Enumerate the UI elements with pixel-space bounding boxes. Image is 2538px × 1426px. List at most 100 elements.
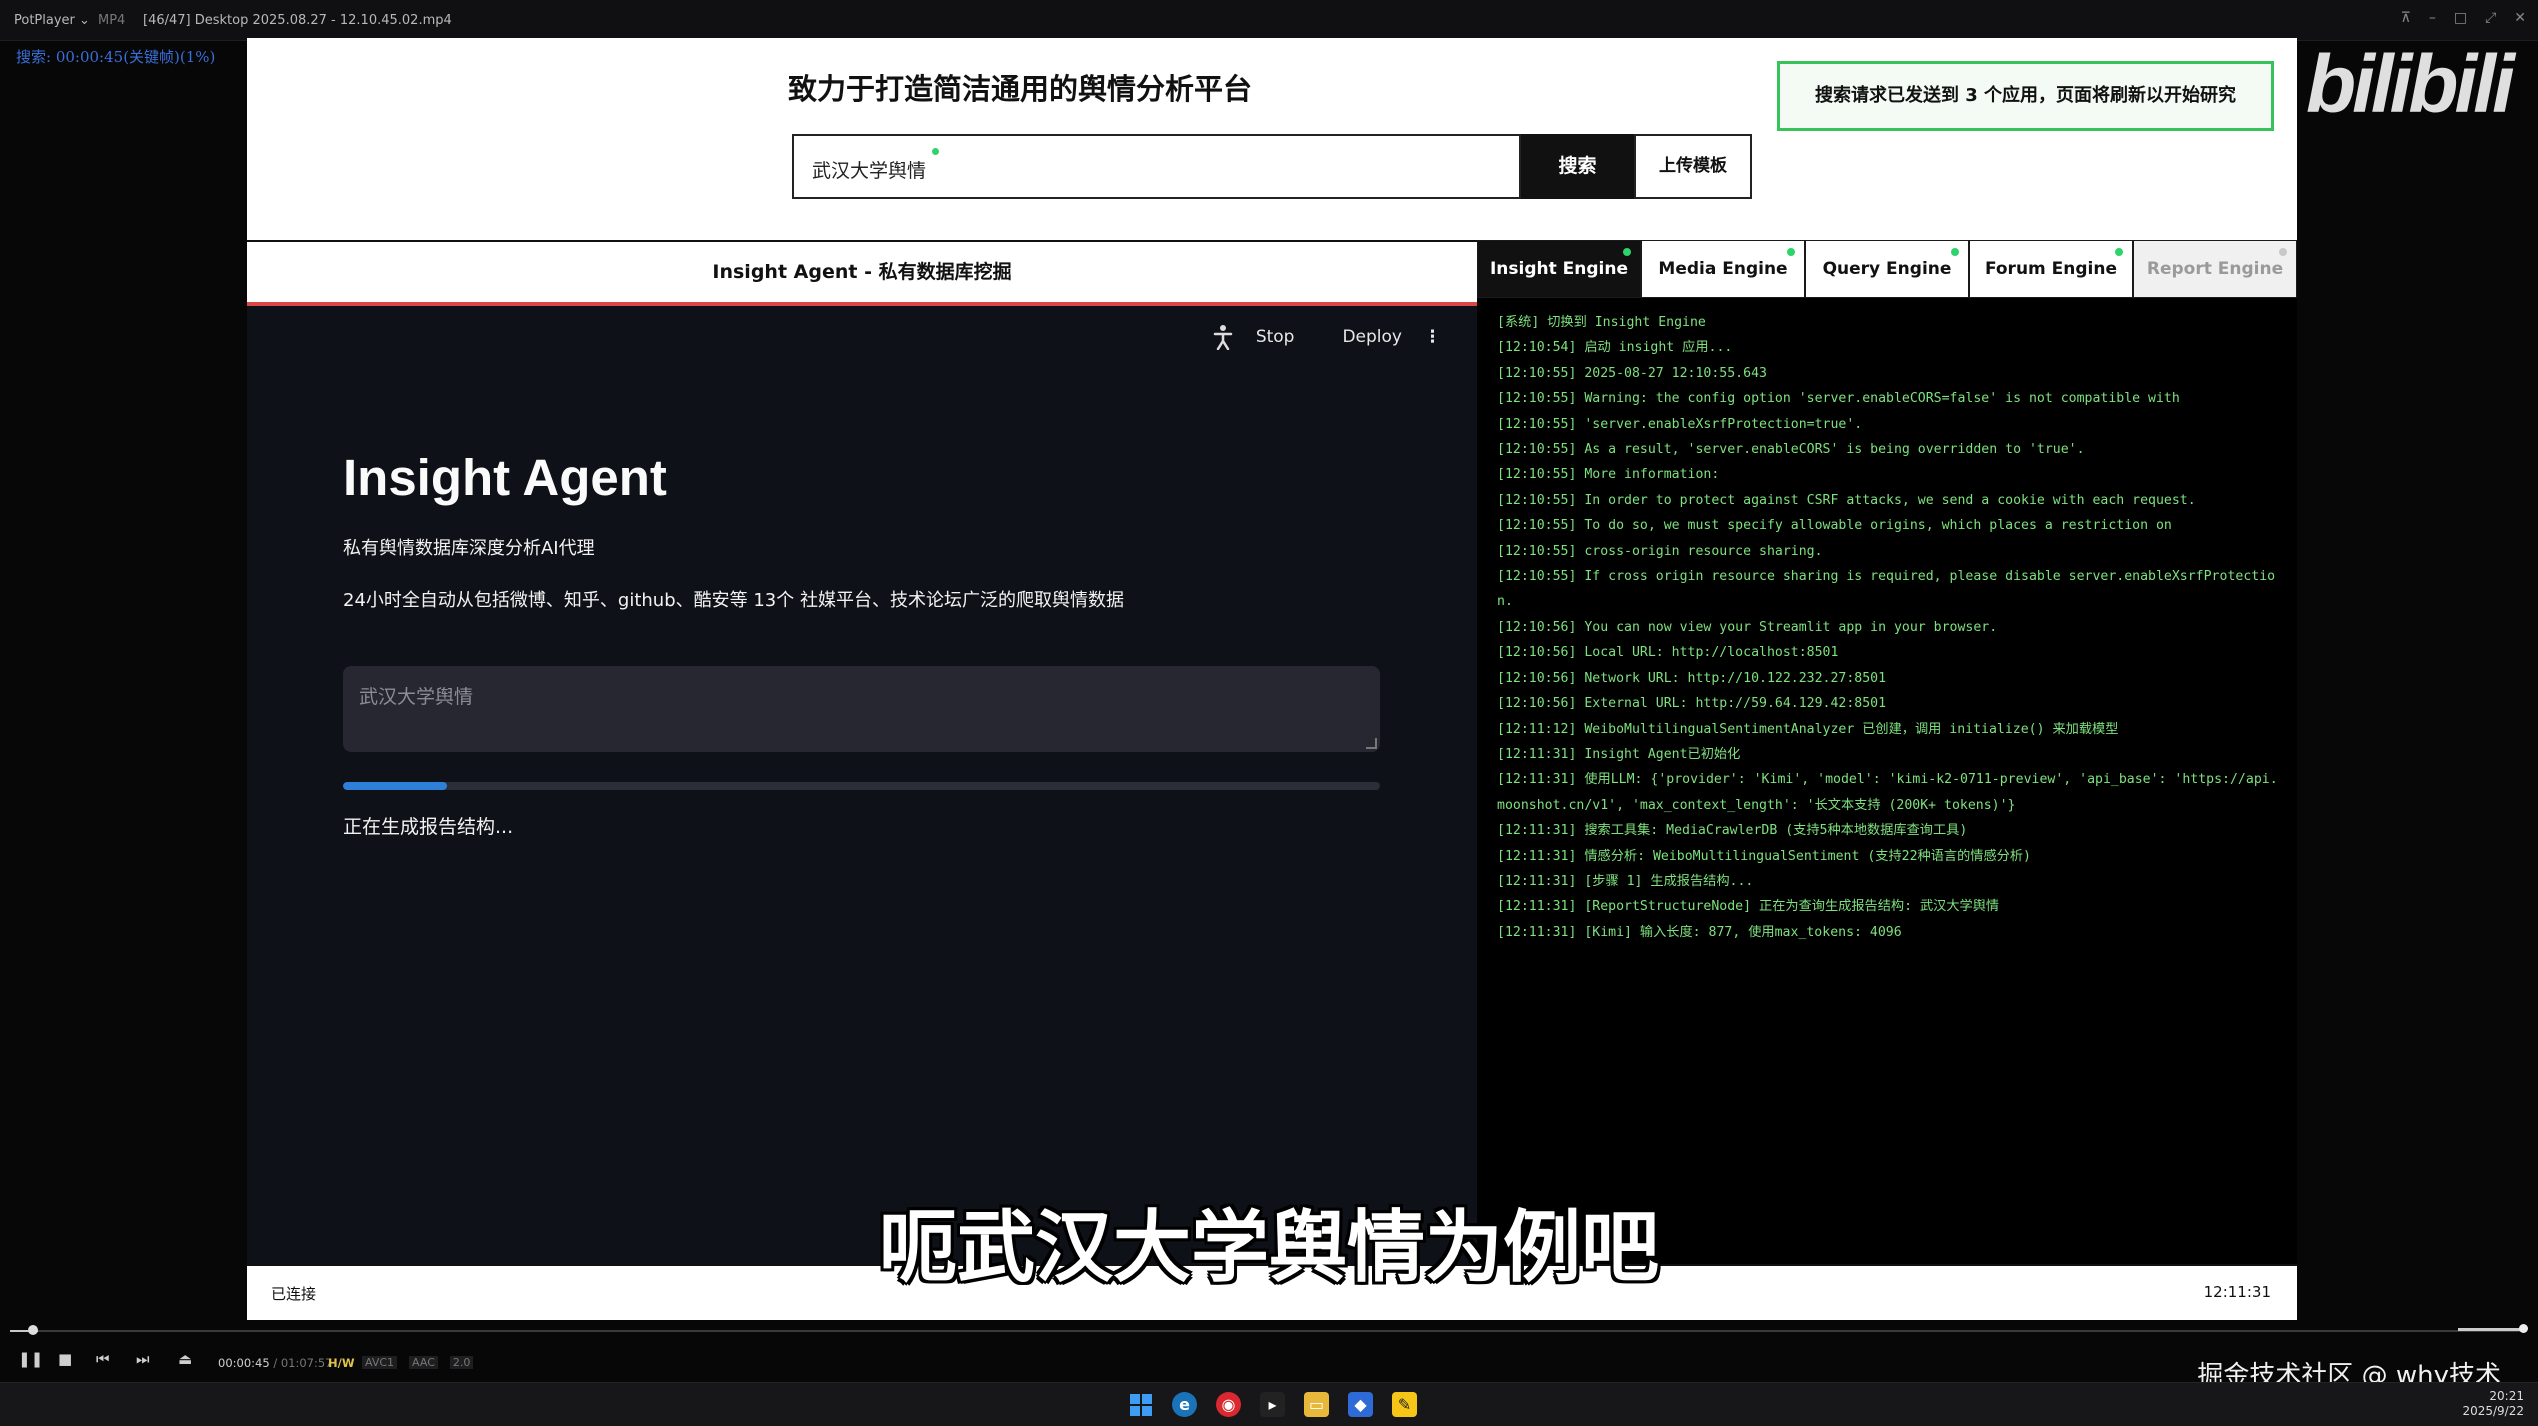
streamlit-toolbar: Stop Deploy ⋮: [1212, 324, 1441, 350]
engine-tabs: Insight Engine Media Engine Query Engine Fo…: [1477, 240, 2297, 298]
tab-label: Insight Engine: [1489, 259, 1629, 279]
tab-label: Forum Engine: [1984, 259, 2118, 279]
log-line: [12:10:54] 启动 insight 应用...: [1497, 340, 1733, 356]
pin-icon[interactable]: ⊼: [2401, 10, 2411, 26]
notification-toast: 搜索请求已发送到 3 个应用，页面将刷新以开始研究: [1777, 61, 2274, 131]
running-man-icon: [1213, 325, 1233, 350]
tab-status-dot-icon: [1623, 248, 1631, 256]
query-textarea[interactable]: 武汉大学舆情: [343, 666, 1380, 752]
file-explorer-icon[interactable]: ▭: [1304, 1392, 1329, 1417]
audio-codec: AAC: [409, 1356, 438, 1369]
streamlit-frame: Stop Deploy ⋮ Insight Agent 私有舆情数据库深度分析A…: [247, 306, 1477, 1264]
upload-template-button[interactable]: 上传模板: [1634, 134, 1752, 199]
status-dot-icon: [932, 148, 939, 155]
console-log: [系统] 切换到 Insight Engine [12:10:54] 启动 ins…: [1477, 298, 2297, 1264]
log-line: [12:10:55] As a result, 'server.enableCO…: [1497, 442, 2085, 458]
volume-slider[interactable]: [2458, 1328, 2524, 1331]
player-menu-button[interactable]: PotPlayer ⌄: [14, 13, 90, 28]
format-label: MP4: [98, 13, 126, 28]
minimize-icon[interactable]: –: [2429, 10, 2436, 26]
tray-time: 20:21: [2489, 1389, 2524, 1403]
log-line: [12:11:31] [ReportStructureNode] 正在为查询生成…: [1497, 899, 2000, 915]
agent-subtitle: 私有舆情数据库深度分析AI代理: [343, 538, 595, 559]
tab-query-engine[interactable]: Query Engine: [1805, 240, 1969, 298]
search-input[interactable]: 武汉大学舆情: [792, 134, 1521, 199]
total-duration: / 01:07:57: [273, 1356, 333, 1370]
resize-handle-icon[interactable]: [1366, 738, 1377, 749]
file-title: [46/47] Desktop 2025.08.27 - 12.10.45.02…: [143, 13, 452, 28]
audio-channels: 2.0: [449, 1356, 474, 1369]
tab-media-engine[interactable]: Media Engine: [1641, 240, 1805, 298]
log-line: [12:10:55] If cross origin resource shar…: [1497, 569, 2276, 610]
seek-osd: 搜索: 00:00:45(关键帧)(1%): [16, 48, 216, 66]
vscode-icon[interactable]: ◆: [1348, 1392, 1373, 1417]
log-line: [12:10:55] 'server.enableXsrfProtection=…: [1497, 416, 1863, 432]
maximize-icon[interactable]: □: [2454, 10, 2467, 26]
log-line: [12:11:31] [Kimi] 输入长度: 877, 使用max_token…: [1497, 924, 1902, 940]
tab-forum-engine[interactable]: Forum Engine: [1969, 240, 2133, 298]
pause-icon[interactable]: ❚❚: [18, 1350, 43, 1368]
progress-fill: [343, 782, 447, 790]
video-subtitle: 呃武汉大学舆情为例吧: [878, 1203, 1659, 1293]
log-line: [12:10:55] Warning: the config option 's…: [1497, 391, 2180, 407]
agent-description: 24小时全自动从包括微博、知乎、github、酷安等 13个 社媒平台、技术论坛…: [343, 590, 1124, 611]
log-line: [12:11:31] [步骤 1] 生成报告结构...: [1497, 873, 1754, 889]
system-tray-clock[interactable]: 20:21 2025/9/22: [2462, 1389, 2524, 1419]
log-line: [12:11:31] 使用LLM: {'provider': 'Kimi', '…: [1497, 772, 2278, 813]
edge-browser-icon[interactable]: e: [1172, 1392, 1197, 1417]
deploy-button[interactable]: Deploy: [1342, 327, 1402, 347]
log-line: [12:11:31] Insight Agent已初始化: [1497, 746, 1741, 762]
more-menu-icon[interactable]: ⋮: [1424, 327, 1441, 347]
log-line: [12:10:55] More information:: [1497, 467, 1720, 483]
notes-app-icon[interactable]: ✎: [1392, 1392, 1417, 1417]
taskbar: e ◉ ▸ ▭ ◆ ✎ 20:21 2025/9/22: [0, 1382, 2538, 1426]
next-icon[interactable]: ⏭: [136, 1350, 150, 1368]
log-line: [12:10:55] cross-origin resource sharing…: [1497, 543, 1823, 559]
player-titlebar: PotPlayer ⌄ MP4 [46/47] Desktop 2025.08.…: [0, 0, 2538, 41]
log-line: [12:10:55] To do so, we must specify all…: [1497, 518, 2172, 534]
query-placeholder: 武汉大学舆情: [359, 686, 474, 708]
windows-start-icon[interactable]: [1128, 1392, 1153, 1417]
netease-music-icon[interactable]: ◉: [1216, 1392, 1241, 1417]
volume-handle[interactable]: [2519, 1324, 2528, 1333]
window-controls: ⊼ – □ ⤢ ✕: [2401, 10, 2526, 26]
fullscreen-icon[interactable]: ⤢: [2485, 10, 2496, 26]
tab-status-dot-icon: [1787, 248, 1795, 256]
terminal-app-icon[interactable]: ▸: [1260, 1392, 1285, 1417]
tab-label: Media Engine: [1658, 259, 1788, 279]
bilibili-watermark: bilibili: [2306, 39, 2515, 130]
seek-bar[interactable]: [10, 1330, 2525, 1332]
time-display: 00:00:45 / 01:07:57: [218, 1356, 333, 1370]
previous-icon[interactable]: ⏮: [96, 1350, 110, 1368]
video-codec: AVC1: [362, 1356, 398, 1369]
log-line: [系统] 切换到 Insight Engine: [1497, 315, 1706, 330]
tab-insight-engine[interactable]: Insight Engine: [1477, 240, 1641, 298]
log-line: [12:11:31] 搜索工具集: MediaCrawlerDB (支持5种本地…: [1497, 823, 1968, 839]
page-title: 致力于打造简洁通用的舆情分析平台: [787, 72, 1252, 106]
tab-report-engine[interactable]: Report Engine: [2133, 240, 2297, 298]
tab-label: Query Engine: [1822, 259, 1952, 279]
hw-decode-label: H/W: [328, 1356, 355, 1370]
seek-handle[interactable]: [28, 1325, 38, 1335]
eject-icon[interactable]: ⏏: [178, 1350, 192, 1368]
codec-info: AVC1 AAC 2.0: [362, 1356, 474, 1369]
tab-status-dot-icon: [1951, 248, 1959, 256]
log-line: [12:11:12] WeiboMultilingualSentimentAna…: [1497, 721, 2119, 737]
tab-label: Report Engine: [2146, 259, 2284, 279]
close-icon[interactable]: ✕: [2514, 10, 2526, 26]
tray-date: 2025/9/22: [2462, 1404, 2524, 1418]
stop-button[interactable]: Stop: [1256, 327, 1295, 347]
log-line: [12:10:55] In order to protect against C…: [1497, 492, 2196, 508]
log-line: [12:10:56] Local URL: http://localhost:8…: [1497, 645, 1839, 661]
current-time: 00:00:45: [218, 1356, 270, 1370]
search-button[interactable]: 搜索: [1521, 134, 1634, 199]
log-line: [12:10:56] Network URL: http://10.122.23…: [1497, 670, 1887, 686]
tab-status-dot-icon: [2115, 248, 2123, 256]
tab-status-dot-icon: [2279, 248, 2287, 256]
stop-icon[interactable]: ■: [58, 1350, 72, 1368]
log-line: [12:11:31] 情感分析: WeiboMultilingualSentim…: [1497, 848, 2031, 864]
player-controls: ❚❚ ■ ⏮ ⏭ ⏏ 00:00:45 / 01:07:57 H/W AVC1 …: [0, 1342, 2538, 1382]
status-text: 正在生成报告结构...: [343, 816, 514, 838]
log-line: [12:10:55] 2025-08-27 12:10:55.643: [1497, 365, 1767, 381]
app-window: 致力于打造简洁通用的舆情分析平台 武汉大学舆情 搜索 上传模板 搜索请求已发送到…: [247, 38, 2297, 1320]
